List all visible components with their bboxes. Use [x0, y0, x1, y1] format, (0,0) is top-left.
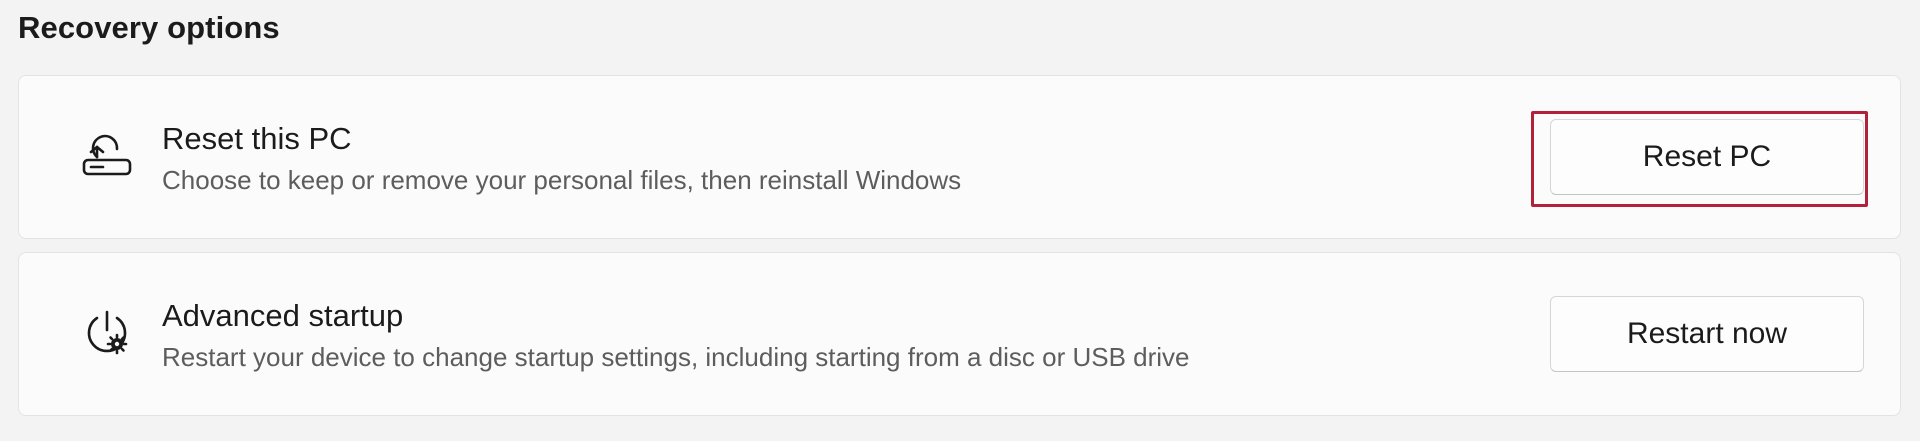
recovery-page: Recovery options Reset this PC Choose to… [0, 0, 1920, 441]
advanced-startup-icon [77, 304, 137, 364]
advanced-startup-description: Restart your device to change startup se… [162, 342, 1190, 372]
restart-now-button[interactable]: Restart now [1550, 296, 1864, 372]
reset-pc-title: Reset this PC [162, 121, 352, 156]
highlight-frame [1531, 111, 1868, 207]
advanced-startup-title: Advanced startup [162, 298, 404, 333]
advanced-startup-card: Advanced startup Restart your device to … [18, 252, 1901, 416]
section-title: Recovery options [18, 10, 280, 45]
reset-pc-description: Choose to keep or remove your personal f… [162, 165, 962, 195]
reset-pc-icon [77, 127, 137, 187]
